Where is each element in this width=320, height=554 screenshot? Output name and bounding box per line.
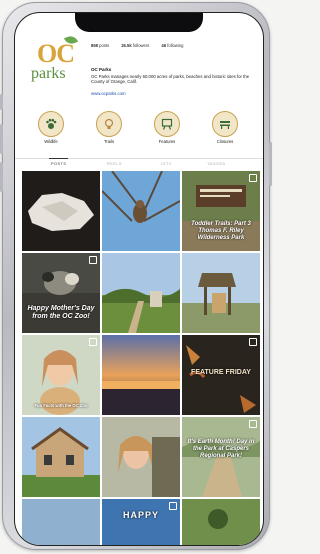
profile-website-link[interactable]: www.ocparks.com xyxy=(91,91,126,96)
highlight-closures[interactable]: Closures xyxy=(209,111,241,144)
post-overlay-text: Happy Mother's Day from the OC Zoo! xyxy=(27,305,95,320)
multiple-posts-icon xyxy=(89,338,97,346)
volume-down-button xyxy=(0,162,3,192)
post-thumbnail[interactable] xyxy=(182,499,260,545)
tab-reels[interactable]: REELS xyxy=(107,162,122,166)
followers-label: followers xyxy=(132,43,150,48)
posts-label: posts xyxy=(99,43,110,48)
post-thumbnail[interactable] xyxy=(102,171,180,251)
story-highlights: Wildlife Trails Features Closures xyxy=(15,111,263,149)
post-overlay-text: HAPPY xyxy=(122,510,159,520)
followers-count: 26.5k xyxy=(121,43,132,48)
mute-switch xyxy=(0,94,3,110)
following-count: 46 xyxy=(161,43,167,48)
multiple-posts-icon xyxy=(249,338,257,346)
multiple-posts-icon xyxy=(249,420,257,428)
post-thumbnail[interactable]: Fun Facts with the OC Zoo xyxy=(22,335,100,415)
profile-bio: OC Parks manages nearly 60,000 acres of … xyxy=(91,74,250,85)
post-thumbnail[interactable]: It's Earth Month! Day in the Park at Cas… xyxy=(182,417,260,497)
post-thumbnail[interactable] xyxy=(102,253,180,333)
multiple-posts-icon xyxy=(249,174,257,182)
post-thumbnail[interactable]: HAPPY xyxy=(102,499,180,545)
post-overlay-text: FEATURE FRIDAY xyxy=(191,369,251,376)
profile-stats: 868 posts 26.5k followers 46 following xyxy=(91,43,184,48)
highlight-label: Features xyxy=(158,139,176,144)
highlight-trails[interactable]: Trails xyxy=(93,111,125,144)
profile-name: OC Parks xyxy=(91,67,112,72)
highlight-features[interactable]: Features xyxy=(151,111,183,144)
posts-count: 868 xyxy=(91,43,98,48)
post-thumbnail[interactable]: Happy Mother's Day from the OC Zoo! xyxy=(22,253,100,333)
post-overlay-text: It's Earth Month! Day in the Park at Cas… xyxy=(187,439,255,459)
volume-up-button xyxy=(0,124,3,154)
highlight-label: Closures xyxy=(216,139,234,144)
easel-icon xyxy=(154,111,180,137)
post-thumbnail[interactable] xyxy=(22,499,100,545)
post-thumbnail[interactable]: FEATURE FRIDAY xyxy=(182,335,260,415)
following-stat[interactable]: 46 following xyxy=(161,43,183,48)
post-thumbnail[interactable] xyxy=(102,417,180,497)
tab-posts[interactable]: POSTS xyxy=(48,158,69,166)
posts-stat[interactable]: 868 posts xyxy=(91,43,109,48)
profile-tabs: POSTS REELS IGTV TAGGED xyxy=(15,158,263,171)
profile-avatar[interactable]: OC parks xyxy=(31,34,87,95)
phone-frame: OC parks 868 posts 26.5k followers 46 fo… xyxy=(0,2,272,550)
highlight-label: Wildlife xyxy=(44,139,58,144)
post-thumbnail[interactable]: Toddler Trails: Part 3 Thomas F. Riley W… xyxy=(182,171,260,251)
post-thumbnail[interactable] xyxy=(22,171,100,251)
post-thumbnail[interactable] xyxy=(102,335,180,415)
post-overlay-text: Fun Facts with the OC Zoo xyxy=(34,403,88,408)
following-label: following xyxy=(167,43,184,48)
multiple-posts-icon xyxy=(169,502,177,510)
highlight-wildlife[interactable]: Wildlife xyxy=(35,111,67,144)
multiple-posts-icon xyxy=(89,256,97,264)
highlight-label: Trails xyxy=(103,139,115,144)
tab-tagged[interactable]: TAGGED xyxy=(207,162,226,166)
tab-igtv[interactable]: IGTV xyxy=(161,162,172,166)
bench-icon xyxy=(212,111,238,137)
power-button xyxy=(269,142,272,186)
bulb-icon xyxy=(96,111,122,137)
profile-header: OC parks 868 posts 26.5k followers 46 fo… xyxy=(15,33,263,113)
paw-icon xyxy=(38,111,64,137)
followers-stat[interactable]: 26.5k followers xyxy=(121,43,149,48)
post-overlay-text: Toddler Trails: Part 3 Thomas F. Riley W… xyxy=(191,221,251,241)
phone-notch xyxy=(75,13,203,32)
instagram-profile-screen: OC parks 868 posts 26.5k followers 46 fo… xyxy=(14,12,264,546)
post-thumbnail[interactable] xyxy=(182,253,260,333)
logo-parks-text: parks xyxy=(31,65,66,82)
post-thumbnail[interactable] xyxy=(22,417,100,497)
